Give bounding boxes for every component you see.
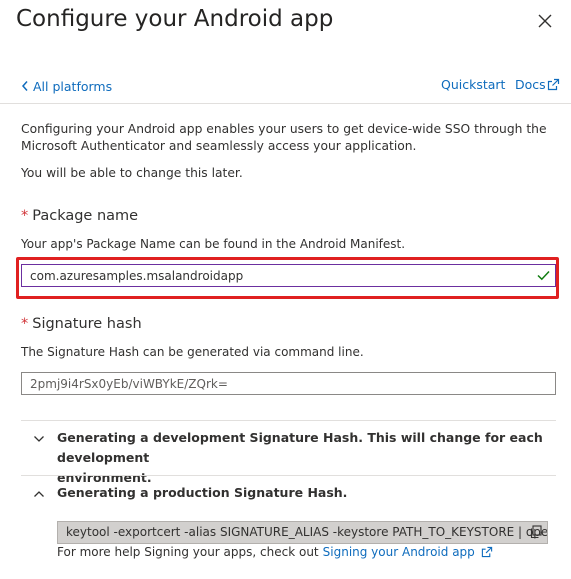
back-link-label: All platforms [33,78,113,94]
signature-hash-label: * Signature hash [21,316,142,332]
external-link-icon [547,78,559,91]
section-divider [21,475,556,476]
back-to-platforms-link[interactable]: All platforms [21,77,112,96]
close-icon[interactable] [536,12,554,30]
package-name-label: * Package name [21,208,138,224]
signing-android-app-link[interactable]: Signing your Android app [323,545,475,559]
nav-divider [0,103,571,104]
chevron-up-icon [34,491,44,497]
highlight-box [16,257,559,299]
development-hash-heading-line1: Generating a development Signature Hash.… [57,430,543,465]
signature-hash-hint: The Signature Hash can be generated via … [21,345,364,359]
section-divider [21,420,556,421]
intro-text: Configuring your Android app enables you… [21,122,547,153]
package-name-label-text: Package name [32,208,139,224]
signature-hash-input[interactable] [21,372,556,395]
signing-help-text: For more help Signing your apps, check o… [57,545,493,559]
signature-hash-label-text: Signature hash [32,316,142,332]
keytool-command[interactable]: keytool -exportcert -alias SIGNATURE_ALI… [57,521,548,544]
chevron-left-icon [21,81,28,91]
required-marker: * [21,208,29,224]
copy-icon[interactable] [529,525,542,539]
docs-link-label: Docs [515,77,546,92]
production-hash-heading: Generating a production Signature Hash. [57,485,348,500]
quickstart-link[interactable]: Quickstart [441,77,505,92]
chevron-down-icon [34,436,44,442]
development-hash-heading: Generating a development Signature Hash.… [57,428,556,488]
production-hash-toggle[interactable]: Generating a production Signature Hash. [21,483,556,505]
external-link-icon [481,546,492,558]
change-later-text: You will be able to change this later. [21,166,243,180]
required-marker: * [21,316,29,332]
panel-title: Configure your Android app [16,6,334,32]
docs-link[interactable]: Docs [515,77,560,92]
package-name-hint: Your app's Package Name can be found in … [21,237,406,251]
development-hash-toggle[interactable]: Generating a development Signature Hash.… [21,428,556,485]
signing-help-prefix: For more help Signing your apps, check o… [57,545,319,559]
